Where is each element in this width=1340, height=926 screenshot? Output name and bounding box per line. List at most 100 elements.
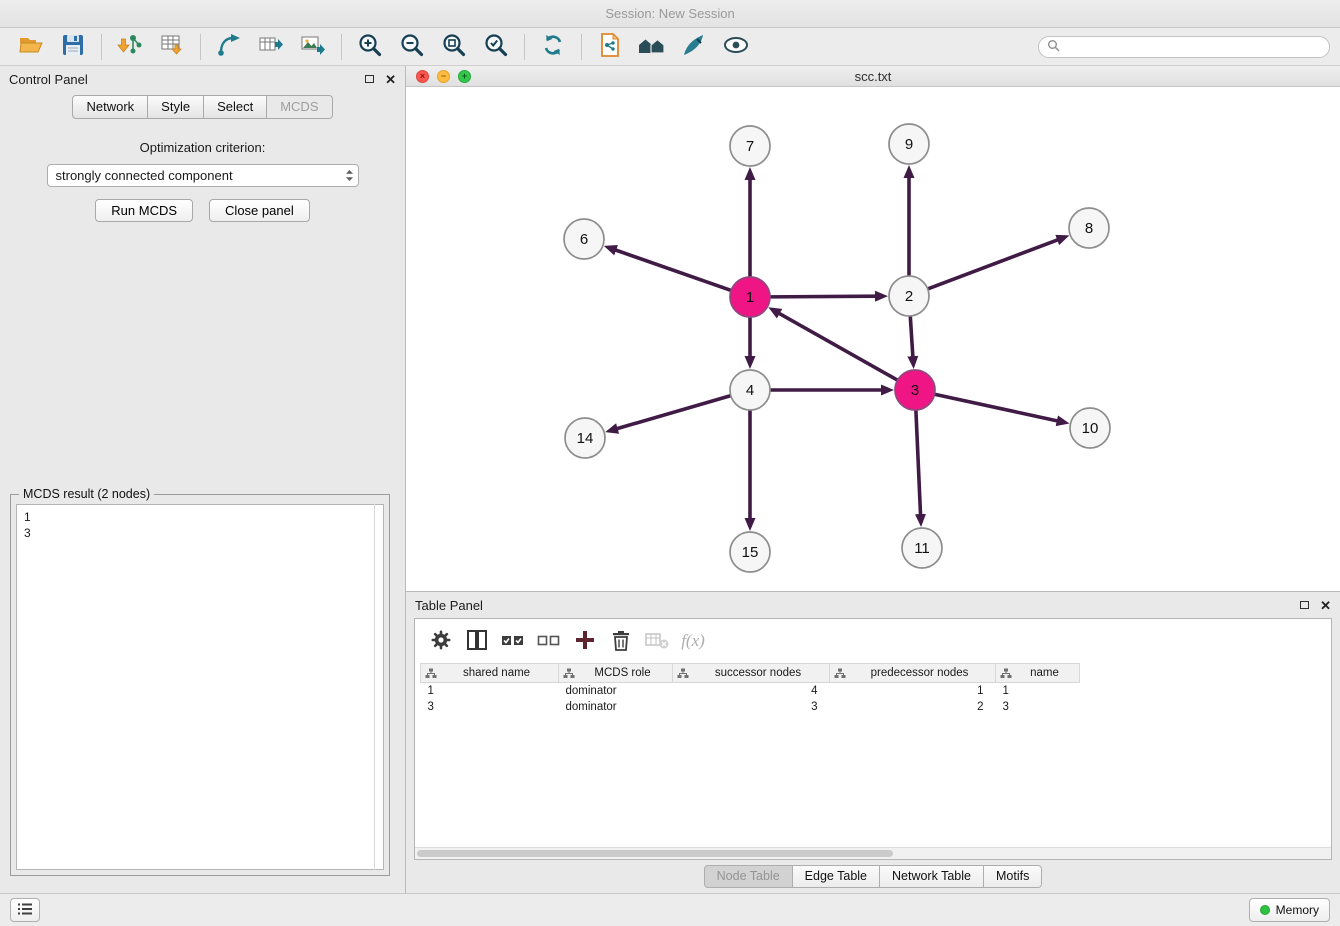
tab-network-table[interactable]: Network Table (880, 865, 984, 888)
cell[interactable]: 3 (996, 699, 1080, 715)
zoom-selected-button[interactable] (475, 31, 517, 63)
optimization-criterion-select[interactable]: strongly connected component (47, 164, 359, 187)
mcds-result-group: MCDS result (2 nodes) 1 3 (10, 494, 390, 876)
node-label-9: 9 (905, 136, 913, 153)
node-table: shared nameMCDS rolesuccessor nodes prede… (415, 663, 1331, 847)
tab-mcds[interactable]: MCDS (267, 95, 332, 119)
result-scrollbar[interactable] (374, 504, 375, 870)
table-settings-icon (429, 628, 453, 655)
export-network-button[interactable] (208, 31, 250, 63)
column-header-name[interactable]: name (996, 664, 1080, 683)
table-row-1[interactable]: 1dominator411 (421, 683, 1080, 699)
zoom-window-icon[interactable]: + (458, 70, 471, 83)
run-mcds-button[interactable]: Run MCDS (95, 199, 193, 222)
edge-3-11[interactable] (916, 410, 921, 515)
export-table-button[interactable] (250, 31, 292, 63)
close-panel-button[interactable]: Close panel (209, 199, 310, 222)
column-header-successor-nodes[interactable]: successor nodes (673, 664, 830, 683)
cell[interactable]: 1 (830, 683, 996, 699)
refresh-view-button[interactable] (532, 31, 574, 63)
select-all-columns-button[interactable] (497, 625, 529, 657)
column-edit-icon[interactable] (425, 668, 437, 682)
create-column-icon (573, 628, 597, 655)
main-toolbar (0, 28, 1340, 66)
column-header-label: predecessor nodes (871, 667, 969, 679)
cell[interactable]: dominator (559, 683, 673, 699)
mcds-action-buttons: Run MCDS Close panel (0, 199, 405, 222)
open-file-button[interactable] (10, 31, 52, 63)
column-edit-icon[interactable] (677, 668, 689, 682)
home-button[interactable] (631, 31, 673, 63)
search-input[interactable] (1065, 39, 1321, 54)
column-header-MCDS-role[interactable]: MCDS role (559, 664, 673, 683)
window-titlebar: Session: New Session (0, 0, 1340, 28)
column-edit-icon[interactable] (1000, 668, 1012, 682)
import-network-button[interactable] (109, 31, 151, 63)
table-row-2[interactable]: 3dominator323 (421, 699, 1080, 715)
create-column-button[interactable] (569, 625, 601, 657)
close-window-icon[interactable]: × (416, 70, 429, 83)
memory-button[interactable]: Memory (1249, 898, 1330, 922)
import-table-button[interactable] (151, 31, 193, 63)
zoom-fit-button[interactable] (433, 31, 475, 63)
export-image-icon (300, 33, 326, 60)
home-icon (637, 33, 667, 60)
edge-2-3[interactable] (910, 316, 913, 357)
network-window-titlebar[interactable]: × − + scc.txt (406, 66, 1340, 87)
table-panel-title: Table Panel (415, 598, 483, 613)
edge-3-10[interactable] (935, 394, 1058, 421)
cell[interactable]: 1 (421, 683, 559, 699)
tab-node-table[interactable]: Node Table (704, 865, 793, 888)
cell[interactable]: 3 (673, 699, 830, 715)
close-panel-icon[interactable]: ✕ (385, 73, 396, 86)
toolbar-separator (524, 34, 525, 60)
column-header-predecessor-nodes[interactable]: predecessor nodes (830, 664, 996, 683)
cell[interactable]: 4 (673, 683, 830, 699)
mcds-result-list[interactable]: 1 3 (16, 504, 384, 870)
cell[interactable]: 2 (830, 699, 996, 715)
close-table-panel-icon[interactable]: ✕ (1320, 599, 1331, 612)
show-columns-button[interactable] (461, 625, 493, 657)
column-header-shared-name[interactable]: shared name (421, 664, 559, 683)
cell[interactable]: 3 (421, 699, 559, 715)
tab-edge-table[interactable]: Edge Table (793, 865, 880, 888)
network-from-document-button[interactable] (589, 31, 631, 63)
edge-1-6[interactable] (615, 250, 731, 291)
apply-style-button[interactable] (673, 31, 715, 63)
cell[interactable]: 1 (996, 683, 1080, 699)
edge-1-2[interactable] (770, 296, 876, 297)
table-toolbar: f(x) (415, 619, 1331, 663)
tab-network[interactable]: Network (72, 95, 148, 119)
table-panel-body: f(x) shared nameMCDS rolesuccessor nodes… (414, 618, 1332, 860)
column-edit-icon[interactable] (563, 668, 575, 682)
edge-3-1[interactable] (779, 313, 898, 380)
minimize-window-icon[interactable]: − (437, 70, 450, 83)
list-icon (17, 902, 33, 919)
unselect-all-columns-button[interactable] (533, 625, 565, 657)
delete-columns-button[interactable] (605, 625, 637, 657)
node-label-15: 15 (742, 544, 759, 561)
tab-select[interactable]: Select (204, 95, 267, 119)
tab-motifs[interactable]: Motifs (984, 865, 1042, 888)
column-edit-icon[interactable] (834, 668, 846, 682)
edge-2-8[interactable] (928, 240, 1058, 289)
zoom-in-button[interactable] (349, 31, 391, 63)
search-field[interactable] (1038, 36, 1330, 58)
edge-4-14[interactable] (617, 396, 731, 429)
tab-style[interactable]: Style (148, 95, 204, 119)
control-panel: Control Panel ✕ NetworkStyleSelectMCDS O… (0, 66, 406, 893)
zoom-out-button[interactable] (391, 31, 433, 63)
hscroll-thumb[interactable] (417, 850, 893, 857)
table-settings-button[interactable] (425, 625, 457, 657)
show-graphics-details-button[interactable] (715, 31, 757, 63)
float-table-panel-icon[interactable] (1300, 601, 1309, 609)
toolbar-separator (101, 34, 102, 60)
status-menu-button[interactable] (10, 898, 40, 922)
network-canvas[interactable]: 7968124314101511 (406, 87, 1339, 591)
save-session-button[interactable] (52, 31, 94, 63)
export-image-button[interactable] (292, 31, 334, 63)
table-hscrollbar[interactable] (415, 847, 1331, 859)
optimization-criterion-label: Optimization criterion: (0, 140, 405, 155)
float-panel-icon[interactable] (365, 75, 374, 83)
cell[interactable]: dominator (559, 699, 673, 715)
